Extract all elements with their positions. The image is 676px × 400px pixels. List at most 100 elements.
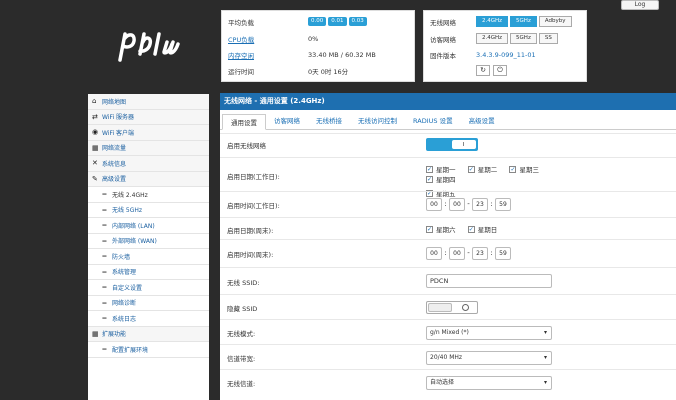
reboot-icon[interactable]: ↻ <box>476 65 490 76</box>
work-start-hour-input[interactable]: 00 <box>426 198 442 211</box>
adbyby-button[interactable]: Adbyby <box>538 16 572 27</box>
work-start-minute-input[interactable]: 00 <box>449 198 465 211</box>
page-title: 无线网络 - 通用设置 (2.4GHz) <box>220 93 676 110</box>
dash-icon: ‒ <box>102 345 107 354</box>
load-average-row: 平均负载 0.00 0.01 0.03 <box>228 15 408 28</box>
bandwidth-row: 信道带宽: 20/40 MHz ▾ <box>220 344 676 369</box>
power-row: ↻ ⏻ <box>430 64 586 77</box>
sidebar-item-3[interactable]: ▦ 网络流量 <box>88 140 209 156</box>
chevron-down-icon: ▾ <box>543 354 547 361</box>
tuesday-checkbox[interactable]: ✓ 星期二 <box>467 164 497 174</box>
dash-icon: ‒ <box>102 298 107 307</box>
sidebar-item-label: 网络流量 <box>102 145 127 153</box>
system-status-panel: 平均负载 0.00 0.01 0.03 CPU负载 0% 内存空闲 33.40 … <box>221 10 415 82</box>
sidebar-item-8[interactable]: ‒ 内部网络 (LAN) <box>88 218 209 234</box>
memory-value: 33.40 MB / 60.32 MB <box>308 50 376 59</box>
sidebar-item-16[interactable]: ‒ 配置扩展环境 <box>88 342 209 358</box>
enable-days-weekend-label: 启用日期(周末): <box>227 227 274 235</box>
firmware-link[interactable]: 3.4.3.9-099_11-01 <box>476 51 536 59</box>
sidebar-item-label: 网络地图 <box>102 98 127 106</box>
sidebar-item-10[interactable]: ‒ 防火墙 <box>88 249 209 265</box>
sunday-checkbox[interactable]: ✓ 星期日 <box>467 224 497 234</box>
ssid-input[interactable]: PDCN <box>426 274 552 288</box>
load-15min-badge: 0.03 <box>348 17 367 26</box>
firmware-label: 固件版本 <box>430 51 456 60</box>
sidebar-item-12[interactable]: ‒ 自定义设置 <box>88 280 209 296</box>
sidebar-item-label: 高级设置 <box>102 176 127 184</box>
weekend-end-minute-input[interactable]: 59 <box>495 247 511 260</box>
sidebar-item-15[interactable]: ▦ 扩展功能 <box>88 326 209 342</box>
dash-icon: ‒ <box>102 221 107 230</box>
sidebar-item-11[interactable]: ‒ 系统管理 <box>88 264 209 280</box>
channel-label: 无线信道: <box>227 380 256 388</box>
sidebar-item-2[interactable]: ◉ WiFi 客户端 <box>88 125 209 141</box>
enable-time-work-row: 启用时间(工作日): 00:00-23:59 <box>220 191 676 217</box>
sidebar-item-label: 系统信息 <box>102 160 127 168</box>
thursday-checkbox[interactable]: ✓ 星期四 <box>426 174 456 184</box>
guest-5g-button[interactable]: 5GHz <box>510 33 537 44</box>
enable-days-weekend-row: 启用日期(周末): ✓ 星期六 ✓ 星期日 <box>220 217 676 239</box>
sidebar-item-9[interactable]: ‒ 外部网络 (WAN) <box>88 233 209 249</box>
tab-general[interactable]: 通用设置 <box>222 114 266 130</box>
channel-select[interactable]: 自动选择 ▾ <box>426 376 552 390</box>
network-status-panel: 无线网络 2.4GHz 5GHz Adbyby 访客网络 2.4GHz 5GHz… <box>423 10 587 82</box>
wireless-mode-select[interactable]: g/n Mixed (*) ▾ <box>426 326 552 340</box>
tab-bar: 通用设置 访客网络 无线桥接 无线访问控制 RADIUS 设置 高级设置 <box>220 110 676 130</box>
enable-days-work-label: 启用日期(工作日): <box>227 173 280 181</box>
sidebar-item-0[interactable]: ⌂ 网络地图 <box>88 94 209 110</box>
tab-radius[interactable]: RADIUS 设置 <box>405 113 461 129</box>
sidebar-item-6[interactable]: ‒ 无线 2.4GHz <box>88 187 209 203</box>
sidebar-item-7[interactable]: ‒ 无线 5GHz <box>88 202 209 218</box>
guest-label: 访客网络 <box>430 35 456 44</box>
tab-bridge[interactable]: 无线桥接 <box>308 113 350 129</box>
sidebar-item-13[interactable]: ‒ 网络诊断 <box>88 295 209 311</box>
weekend-end-hour-input[interactable]: 23 <box>472 247 488 260</box>
ssid-row: 无线 SSID: PDCN <box>220 267 676 294</box>
monday-checkbox[interactable]: ✓ 星期一 <box>426 164 456 174</box>
sidebar-item-14[interactable]: ‒ 系统日志 <box>88 311 209 327</box>
load-5min-badge: 0.01 <box>328 17 347 26</box>
wireless-2g-button[interactable]: 2.4GHz <box>476 16 509 27</box>
sidebar-item-label: 系统日志 <box>112 315 137 323</box>
chevron-down-icon: ▾ <box>543 379 547 386</box>
wireless-mode-label: 无线模式: <box>227 330 256 338</box>
work-end-minute-input[interactable]: 59 <box>495 198 511 211</box>
memory-link[interactable]: 内存空闲 <box>228 50 308 60</box>
tab-access-control[interactable]: 无线访问控制 <box>350 113 405 129</box>
dash-icon: ‒ <box>102 252 107 261</box>
menu-icon: ◉ <box>92 128 99 137</box>
dash-icon: ‒ <box>102 190 107 199</box>
weekend-start-minute-input[interactable]: 00 <box>449 247 465 260</box>
weekend-start-hour-input[interactable]: 00 <box>426 247 442 260</box>
dash-icon: ‒ <box>102 283 107 292</box>
saturday-checkbox[interactable]: ✓ 星期六 <box>426 224 456 234</box>
tab-advanced[interactable]: 高级设置 <box>461 113 503 129</box>
cpu-load-link[interactable]: CPU负载 <box>228 34 308 44</box>
logout-button[interactable]: Log <box>621 0 659 10</box>
power-icon[interactable]: ⏻ <box>493 65 507 76</box>
sidebar-item-label: 系统管理 <box>112 269 137 277</box>
tab-guest[interactable]: 访客网络 <box>266 113 308 129</box>
sidebar-item-label: 外部网络 (WAN) <box>112 238 157 246</box>
menu-icon: ✎ <box>92 174 98 183</box>
menu-icon: ▦ <box>92 329 99 338</box>
cpu-load-value: 0% <box>308 34 319 43</box>
wireless-5g-button[interactable]: 5GHz <box>510 16 537 27</box>
bandwidth-select[interactable]: 20/40 MHz ▾ <box>426 351 552 365</box>
guest-2g-button[interactable]: 2.4GHz <box>476 33 509 44</box>
sidebar-item-label: WiFi 服务器 <box>102 114 135 122</box>
enable-wireless-toggle[interactable] <box>426 138 478 151</box>
work-end-hour-input[interactable]: 23 <box>472 198 488 211</box>
chevron-down-icon: ▾ <box>543 329 547 336</box>
load-average-label: 平均负载 <box>228 18 254 27</box>
hide-ssid-toggle[interactable] <box>426 301 478 314</box>
ss-button[interactable]: SS <box>538 33 558 44</box>
sidebar-item-label: 扩展功能 <box>102 331 127 339</box>
sidebar-item-4[interactable]: ✕ 系统信息 <box>88 156 209 172</box>
firmware-row: 固件版本 3.4.3.9-099_11-01 <box>430 48 586 61</box>
wednesday-checkbox[interactable]: ✓ 星期三 <box>509 164 539 174</box>
sidebar-item-1[interactable]: ⇄ WiFi 服务器 <box>88 109 209 125</box>
enable-time-weekend-row: 启用时间(周末): 00:00-23:59 <box>220 239 676 267</box>
sidebar-item-5[interactable]: ✎ 高级设置 <box>88 171 209 187</box>
dash-icon: ‒ <box>102 236 107 245</box>
